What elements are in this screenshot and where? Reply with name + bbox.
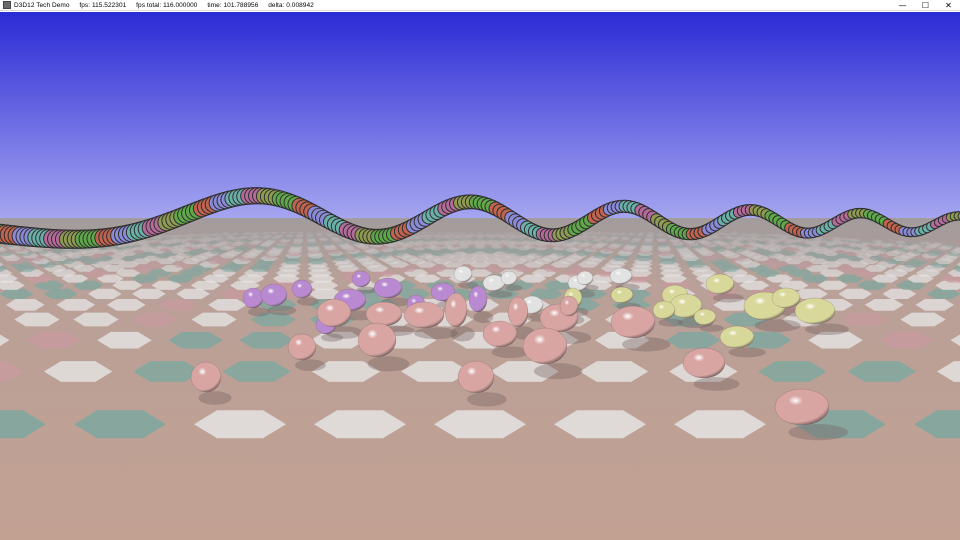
sphere-purple [242, 287, 264, 309]
sphere-pink [190, 361, 222, 393]
app-icon [3, 1, 11, 9]
sphere-shadow [488, 290, 513, 298]
sphere-white [453, 265, 473, 283]
sphere-yellow [652, 300, 676, 320]
sphere-shadow [248, 307, 270, 317]
sphere-white [609, 267, 633, 285]
sphere-yellow [719, 325, 755, 349]
sphere-yellow [693, 308, 717, 326]
sphere-purple [468, 285, 488, 313]
sphere-shadow [367, 356, 410, 372]
sphere-white [500, 270, 518, 286]
sphere-pink [316, 298, 352, 328]
sphere-pink [365, 301, 403, 327]
minimize-button[interactable]: — [891, 0, 914, 11]
sphere-shadow [728, 347, 766, 358]
sphere-white [576, 270, 594, 286]
sphere-yellow [794, 297, 836, 325]
sphere-yellow [771, 287, 801, 309]
sphere-pink [457, 360, 495, 394]
sphere-yellow [610, 286, 634, 304]
sphere-shadow [295, 359, 326, 372]
sphere-purple [291, 279, 313, 299]
sphere-shadow [473, 311, 494, 324]
sphere-shadow [622, 337, 671, 352]
sphere-pink [287, 333, 317, 361]
sphere-shadow [805, 323, 849, 336]
sphere-shadow [297, 297, 319, 306]
sphere-pink [357, 322, 397, 358]
sphere-pink [403, 301, 445, 329]
sphere-pink [682, 347, 726, 379]
close-button[interactable]: ✕ [937, 0, 960, 11]
scene-canvas [0, 12, 960, 540]
sky [0, 12, 960, 220]
sphere-pink [444, 292, 468, 328]
delta-readout: delta: 0.008942 [268, 1, 314, 9]
sphere-pink [507, 296, 529, 328]
sphere-pink [482, 320, 518, 348]
sphere-pink [522, 327, 568, 365]
sphere-pink [610, 305, 656, 339]
sphere-shadow [699, 324, 724, 332]
sphere-shadow [198, 391, 232, 405]
sphere-shadow [788, 424, 848, 441]
sphere-pink [559, 295, 579, 317]
sphere-yellow [705, 273, 735, 295]
sphere-shadow [754, 319, 801, 332]
app-title: D3D12 Tech Demo [14, 1, 70, 9]
maximize-button[interactable]: ☐ [914, 0, 937, 11]
sphere-pink [774, 388, 830, 426]
sphere-shadow [450, 326, 475, 342]
window-title: D3D12 Tech Demo fps: 115.522301 fps tota… [14, 2, 322, 9]
fps-total-readout: fps total: 116.000000 [136, 1, 198, 9]
sphere-shadow [658, 318, 683, 327]
sphere-shadow [693, 377, 740, 391]
sphere-shadow [505, 284, 523, 291]
sphere-shadow [534, 363, 583, 380]
sphere-purple [260, 283, 288, 307]
render-viewport[interactable] [0, 12, 960, 540]
title-bar[interactable]: D3D12 Tech Demo fps: 115.522301 fps tota… [0, 0, 960, 11]
time-readout: time: 101.788956 [207, 1, 259, 9]
fps-readout: fps: 115.522301 [79, 1, 127, 9]
sphere-purple [373, 277, 403, 299]
sphere-shadow [467, 392, 507, 407]
sphere-shadow [713, 293, 744, 303]
sphere-purple [351, 270, 371, 288]
sphere-shadow [267, 305, 297, 316]
window-controls: — ☐ ✕ [891, 0, 960, 11]
